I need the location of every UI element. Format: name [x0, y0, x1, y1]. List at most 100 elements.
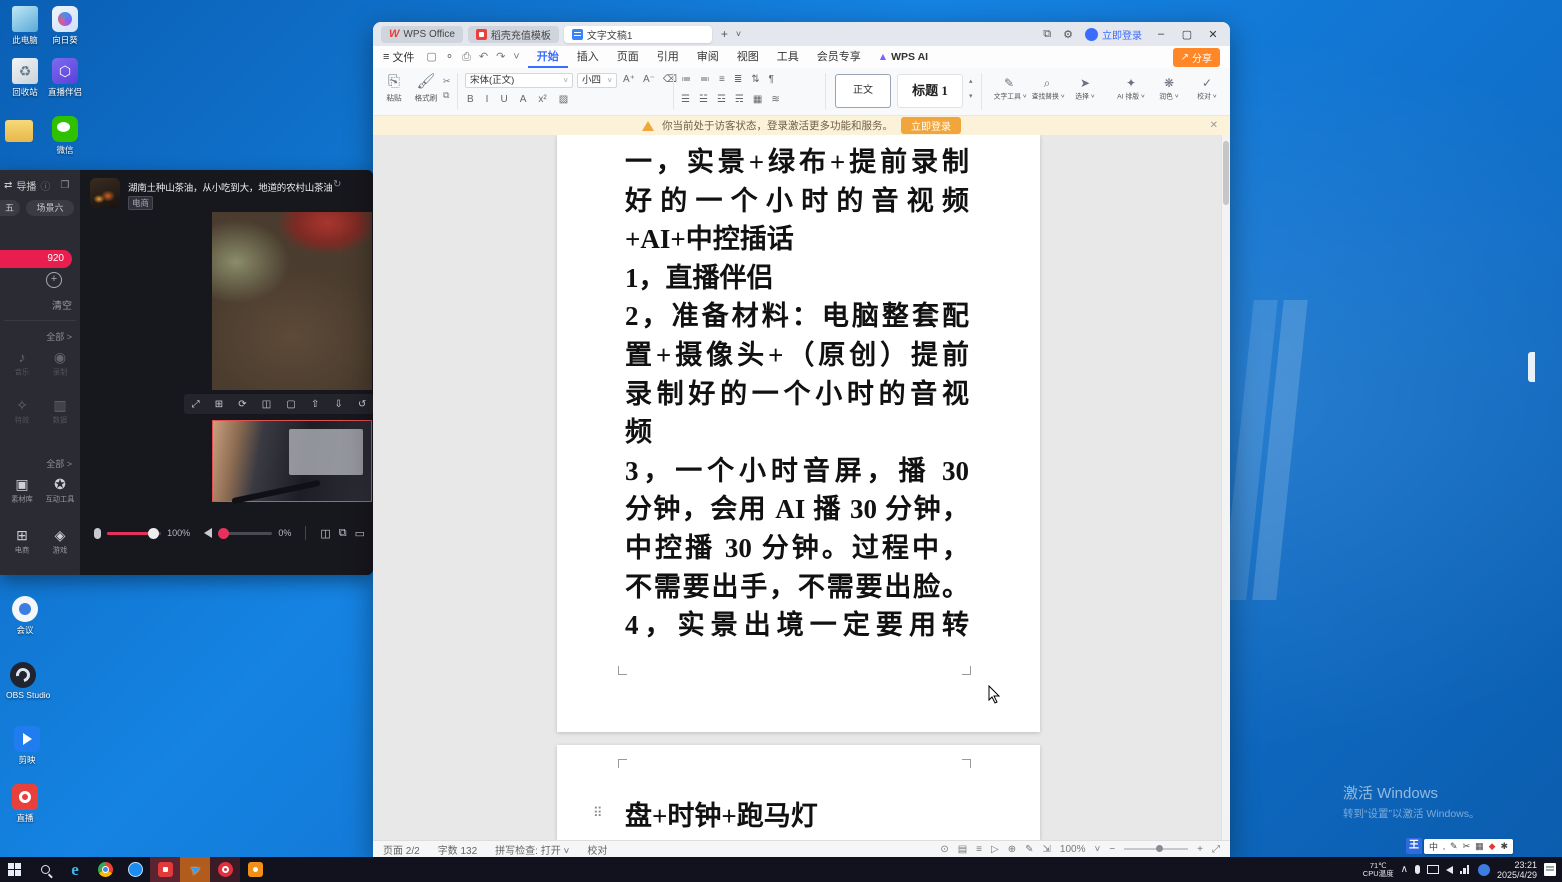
app-tray-icon[interactable] [1478, 864, 1490, 876]
edit-icon[interactable]: ▢ [286, 399, 295, 410]
share-button[interactable]: ↗ 分享 [1173, 48, 1220, 67]
zoom-out-button[interactable]: − [1109, 844, 1115, 855]
font-style-icon[interactable]: B [467, 94, 474, 105]
taskbar-redring[interactable] [210, 857, 240, 882]
document-page-2[interactable]: ⠿ 盘+时钟+跑马灯 [557, 745, 1040, 840]
view-mode-icon[interactable]: ≡ [976, 844, 982, 855]
clipboard-mini-icon[interactable]: ⧉ [443, 88, 451, 102]
paragraph-icon[interactable]: ≔ [681, 74, 691, 85]
font-size-icon[interactable]: ⌫ [663, 74, 677, 85]
alignment-icon[interactable]: ≋ [771, 94, 779, 105]
sidebar-tool[interactable]: ⊞ 电商 [4, 526, 40, 556]
ime-logo-icon[interactable]: 王 [1406, 838, 1422, 854]
sidebar-tool[interactable]: ◈ 游戏 [42, 526, 78, 556]
countdown-banner[interactable]: 920 [0, 250, 72, 268]
font-name-select[interactable]: 宋体(正文)˅ [465, 73, 573, 88]
font-size-icon[interactable]: A⁻ [643, 74, 655, 85]
ime-tool-icon[interactable]: ◆ [1489, 841, 1496, 852]
popout-icon[interactable]: ❐ [60, 180, 69, 191]
ribbon-tab-页面[interactable]: 页面 [608, 46, 648, 68]
format-painter-button[interactable]: 🖌 格式刷 [411, 72, 441, 104]
ribbon-tab-审阅[interactable]: 审阅 [688, 46, 728, 68]
speaker-volume-slider[interactable] [218, 532, 272, 535]
quick-access-icon[interactable]: ⎙ [462, 51, 471, 63]
tab-active-document[interactable]: 文字文稿1 [564, 26, 712, 43]
sidebar-tool[interactable]: ♪ 音乐 [4, 348, 40, 378]
clear-button[interactable]: 清空 [52, 297, 72, 312]
see-all-link[interactable]: 全部 > [46, 330, 72, 343]
notice-close-icon[interactable]: ✕ [1210, 120, 1218, 131]
sidebar-tool[interactable]: ◉ 录制 [42, 348, 78, 378]
font-style-icon[interactable]: ▨ [559, 94, 568, 105]
zoom-level[interactable]: 100% [1060, 844, 1086, 855]
view-mode-icon[interactable]: ⊕ [1008, 844, 1016, 855]
capture-icon[interactable]: ▭ [355, 527, 365, 540]
maximize-button[interactable]: ▢ [1180, 28, 1194, 41]
zoom-caret[interactable]: ˅ [1094, 844, 1100, 855]
desktop-icon-obs[interactable]: OBS Studio [6, 662, 40, 700]
display-tray-icon[interactable] [1427, 865, 1439, 874]
paragraph-icon[interactable]: ¶ [769, 74, 774, 85]
quick-access-icon[interactable]: ⚬ [445, 51, 454, 63]
microphone-icon[interactable] [94, 528, 101, 539]
action-center-icon[interactable] [1544, 863, 1556, 876]
desktop-icon-pc[interactable]: 此电脑 [8, 6, 42, 46]
ime-tool-icon[interactable]: ✎ [1450, 841, 1458, 852]
login-now-button[interactable]: 立即登录 [901, 117, 961, 134]
view-mode-icon[interactable]: ⇲ [1043, 844, 1051, 855]
alignment-icon[interactable]: ☰ [681, 94, 690, 105]
paragraph-drag-handle[interactable]: ⠿ [593, 805, 603, 821]
alignment-icon[interactable]: ☲ [717, 94, 726, 105]
ribbon-tool-3[interactable]: ➤ 选择 ˅ [1067, 75, 1103, 102]
taskbar-cursor[interactable]: ➤ [180, 857, 210, 882]
ime-tool-icon[interactable]: ✂ [1463, 841, 1471, 852]
taskbar-redapp[interactable] [150, 857, 180, 882]
ribbon-tab-开始[interactable]: 开始 [528, 46, 568, 68]
speaker-tray-icon[interactable] [1446, 866, 1453, 874]
quick-access-icon[interactable]: ˅ [513, 51, 519, 63]
add-scene-button[interactable]: + [46, 272, 62, 288]
ribbon-tool-6[interactable]: ✓ 校对 ˅ [1189, 75, 1225, 102]
quick-access-icon[interactable]: ▢ [426, 51, 436, 63]
tab-docer-template[interactable]: 稻壳充值模板 [468, 26, 559, 43]
video-preview-selected[interactable] [212, 420, 372, 502]
settings-gear-icon[interactable]: ⚙ [1063, 28, 1073, 41]
scrollbar-thumb[interactable] [1223, 141, 1229, 205]
spellcheck-status[interactable]: 拼写检查: 打开 ˅ [495, 842, 569, 857]
taskbar-start[interactable] [0, 857, 30, 882]
font-size-select[interactable]: 小四˅ [577, 73, 617, 88]
desktop-icon-wechat[interactable]: 微信 [48, 116, 82, 156]
desktop-icon-folder[interactable] [2, 116, 36, 144]
capture-icon[interactable]: ◫ [320, 527, 330, 540]
font-style-icon[interactable]: I [486, 94, 489, 105]
desktop-icon-circle-w[interactable]: 会议 [8, 596, 42, 636]
taskbar-orange[interactable] [240, 857, 270, 882]
file-menu[interactable]: ≡ 文件 [383, 49, 414, 65]
vertical-scrollbar[interactable] [1221, 135, 1230, 840]
edge-panel-handle[interactable] [1528, 352, 1535, 382]
info-icon[interactable]: ⓘ [40, 178, 50, 193]
taskbar-search[interactable] [30, 857, 60, 882]
ime-tool-icon[interactable]: ‚ [1443, 841, 1445, 851]
alignment-icon[interactable]: ☴ [735, 94, 744, 105]
sidebar-tool[interactable]: ▥ 数据 [42, 396, 78, 426]
edit-icon[interactable]: ⊞ [215, 399, 223, 410]
tray-expand-icon[interactable]: ∧ [1401, 864, 1408, 875]
ribbon-tool-5[interactable]: ❋ 润色 ˅ [1151, 75, 1187, 102]
ime-tool-icon[interactable]: ✱ [1501, 841, 1509, 852]
desktop-icon-purple[interactable]: 直播伴侣 [48, 58, 82, 98]
desktop-icon-bin[interactable]: 回收站 [8, 58, 42, 98]
scene-tab-partial[interactable]: 五 [0, 200, 20, 216]
word-count[interactable]: 字数 132 [438, 842, 477, 857]
zoom-in-button[interactable]: + [1197, 844, 1203, 855]
clipboard-mini-icon[interactable]: ✂ [443, 74, 451, 88]
style-heading-1[interactable]: 标题 1 [897, 74, 963, 108]
scene-tab[interactable]: 场景六 [26, 200, 74, 216]
view-mode-icon[interactable]: ▤ [958, 844, 967, 855]
font-size-icon[interactable]: A⁺ [623, 74, 635, 85]
ribbon-tab-会员专享[interactable]: 会员专享 [808, 46, 870, 68]
ribbon-tool-1[interactable]: ✎ 文字工具 ˅ [991, 75, 1027, 102]
paragraph-icon[interactable]: ≡ [719, 74, 725, 85]
video-preview-main[interactable] [212, 212, 372, 390]
refresh-icon[interactable]: ↻ [333, 179, 341, 190]
